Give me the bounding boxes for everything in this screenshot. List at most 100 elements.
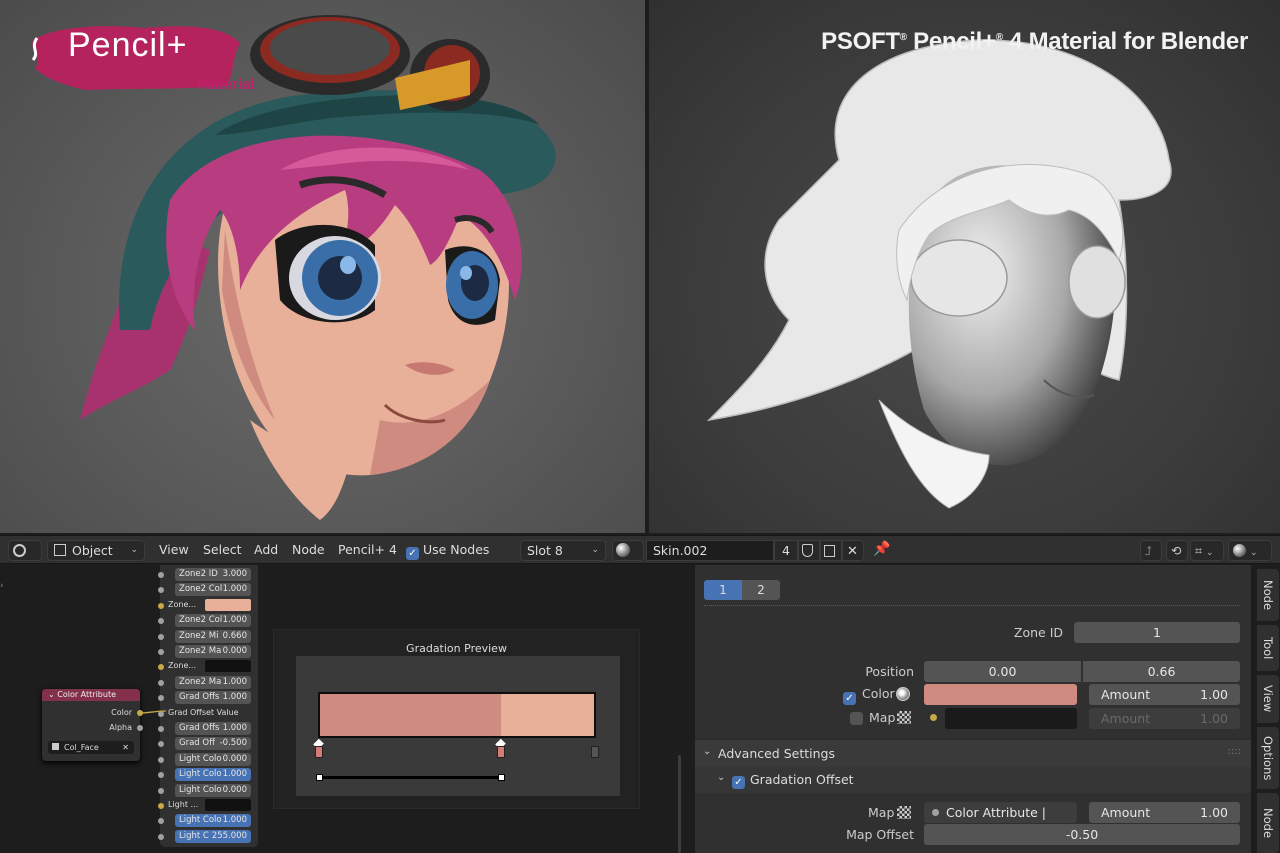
expand-arrow-icon[interactable]: › [0, 581, 4, 591]
snap-element-dropdown[interactable]: ⌗ ⌄ [1190, 540, 1224, 561]
go-map-label: Map [868, 805, 895, 820]
color-picker-icon[interactable] [896, 687, 910, 701]
node-color-swatch[interactable] [205, 660, 251, 673]
input-socket[interactable] [158, 726, 164, 732]
overlay-dropdown[interactable]: ⌄ [1228, 540, 1272, 561]
user-count[interactable]: 4 [774, 540, 798, 561]
node-input-field[interactable]: Zone2 Col 1.000 [175, 614, 251, 628]
zone-tab-2[interactable]: 2 [742, 580, 780, 600]
input-socket[interactable] [158, 633, 164, 640]
snap-toggle[interactable]: ⟲ [1166, 540, 1188, 561]
map-enable-checkbox[interactable] [850, 712, 863, 726]
node-input-field[interactable]: Light Colo 0.000 [175, 783, 251, 797]
tab-view[interactable]: View [1257, 675, 1279, 723]
pin-icon[interactable]: 📌 [873, 541, 890, 557]
tab-node-wrangler[interactable]: Node Wrangler [1257, 793, 1279, 853]
go-amount-field[interactable]: Amount 1.00 [1089, 802, 1240, 823]
zone-id-field[interactable]: 1 [1074, 622, 1240, 643]
color-swatch[interactable] [924, 684, 1077, 705]
node-input-field[interactable]: Zone2 Ma 1.000 [175, 675, 251, 689]
tab-options[interactable]: Options [1257, 727, 1279, 789]
offset-handle-end[interactable] [498, 774, 505, 781]
sidebar-tabs: Node Tool View Options Node Wrangler [1256, 565, 1280, 853]
node-input-label: Zone2 Col [179, 615, 223, 626]
gradation-key-color-2[interactable] [497, 746, 505, 758]
texture-checker-icon [897, 806, 911, 819]
viewport-render-right[interactable]: PSOFT® Pencil+® 4 Material for Blender [649, 0, 1280, 533]
output-color-label: Color [111, 708, 132, 717]
tab-tool[interactable]: Tool [1257, 625, 1279, 671]
object-mode-dropdown[interactable]: Object ⌄ [47, 540, 145, 561]
material-browse-button[interactable]: ⌄ [612, 540, 644, 577]
duplicate-material-button[interactable] [820, 540, 842, 561]
scrollbar[interactable] [678, 755, 681, 853]
use-nodes-toggle[interactable]: ✓ Use Nodes [406, 542, 489, 560]
node-input-field[interactable]: Light C 255.000 [175, 829, 251, 843]
map-amount-field[interactable]: Amount 1.00 [1089, 708, 1240, 729]
menu-add[interactable]: Add [254, 542, 278, 557]
map-offset-field[interactable]: -0.50 [924, 824, 1240, 845]
input-socket[interactable] [158, 787, 164, 794]
checkbox-unchecked-icon [850, 712, 863, 725]
texture-checker-icon [897, 711, 911, 724]
node-input-field[interactable]: Grad Off -0.500 [175, 737, 251, 751]
node-input-label: Grad Offs [179, 723, 220, 733]
input-socket[interactable] [158, 602, 164, 609]
chevron-down-icon: ⌄ [48, 690, 58, 699]
viewport-render-left[interactable]: Pencil+ Material [0, 0, 645, 533]
node-color-swatch[interactable] [205, 598, 251, 611]
node-input-value: 1.000 [222, 692, 247, 703]
menu-node[interactable]: Node [292, 542, 325, 557]
menu-view[interactable]: View [159, 542, 189, 557]
checkbox-checked-icon: ✓ [406, 547, 419, 560]
node-input-field[interactable]: Grad Offs 1.000 [175, 722, 251, 735]
input-socket[interactable] [158, 679, 164, 686]
close-icon[interactable]: ✕ [122, 741, 129, 754]
node-editor-canvas[interactable]: › Zone2 ID 3.000 Zone2 Col 1.000 Zone... Zone… [0, 565, 688, 853]
attribute-name-field[interactable]: Col_Face ✕ [48, 741, 134, 754]
unlink-material-button[interactable]: ✕ [842, 540, 864, 561]
node-input-field[interactable]: Zone2 Col 1.000 [175, 583, 251, 597]
menu-select[interactable]: Select [203, 542, 242, 557]
input-socket[interactable] [158, 833, 164, 840]
menu-pencil-plus[interactable]: Pencil+ 4 [338, 542, 397, 557]
input-socket[interactable] [158, 649, 164, 655]
offset-handle-start[interactable] [316, 774, 323, 781]
input-socket[interactable] [158, 803, 164, 809]
go-map-field[interactable]: Color Attribute | Color [924, 802, 1077, 841]
node-input-field[interactable]: Zone2 ID 3.000 [175, 568, 251, 581]
map-texture-field[interactable] [945, 708, 1077, 729]
node-input-field[interactable]: Light Colo 1.000 [175, 768, 251, 782]
drag-handle-icon[interactable]: :::: [1228, 746, 1241, 757]
input-socket[interactable] [158, 756, 164, 763]
gradation-key-color-3[interactable] [591, 746, 599, 758]
gradation-offset-header[interactable]: ⌄ ✓ Gradation Offset [695, 767, 1251, 793]
offset-range-line [320, 776, 502, 779]
node-input-field[interactable]: Light Colo 0.000 [175, 752, 251, 766]
parent-node-tree-button[interactable]: ⮥ [1140, 540, 1162, 561]
position-min-field[interactable]: 0.00 [924, 661, 1081, 682]
zone-tab-1[interactable]: 1 [704, 580, 742, 600]
color-enable-checkbox[interactable]: ✓ [843, 688, 856, 705]
node-input-label: Light Colo [179, 784, 222, 795]
node-input-field[interactable]: Grad Offs 1.000 [175, 691, 251, 705]
input-socket[interactable] [158, 572, 164, 578]
gradation-key-color-1[interactable] [315, 746, 323, 758]
color-attribute-node[interactable]: ⌄ Color Attribute Color Alpha Col_Face ✕ [42, 689, 143, 761]
editor-type-selector[interactable]: ⌄ [8, 540, 42, 577]
node-input-field[interactable]: Light Colo 1.000 [175, 814, 251, 828]
position-max-field[interactable]: 0.66 [1083, 661, 1240, 682]
fake-user-button[interactable] [798, 540, 820, 561]
node-color-swatch[interactable] [205, 799, 251, 811]
color-amount-field[interactable]: Amount 1.00 [1089, 684, 1240, 705]
node-input-field[interactable]: Zone2 Mi 0.660 [175, 629, 251, 643]
material-name-field[interactable]: Skin.002 [646, 540, 774, 561]
node-input-field[interactable]: Zone2 Ma 0.000 [175, 645, 251, 658]
slot-dropdown[interactable]: Slot 8 ⌄ [520, 540, 606, 561]
tab-node[interactable]: Node [1257, 569, 1279, 621]
copy-icon [824, 545, 835, 557]
advanced-settings-header[interactable]: ⌄ Advanced Settings :::: [695, 739, 1251, 767]
gradation-offset-checkbox[interactable]: ✓ [732, 772, 745, 789]
alpha-output-socket[interactable] [137, 725, 143, 731]
chevron-down-icon: ⌄ [591, 545, 599, 555]
